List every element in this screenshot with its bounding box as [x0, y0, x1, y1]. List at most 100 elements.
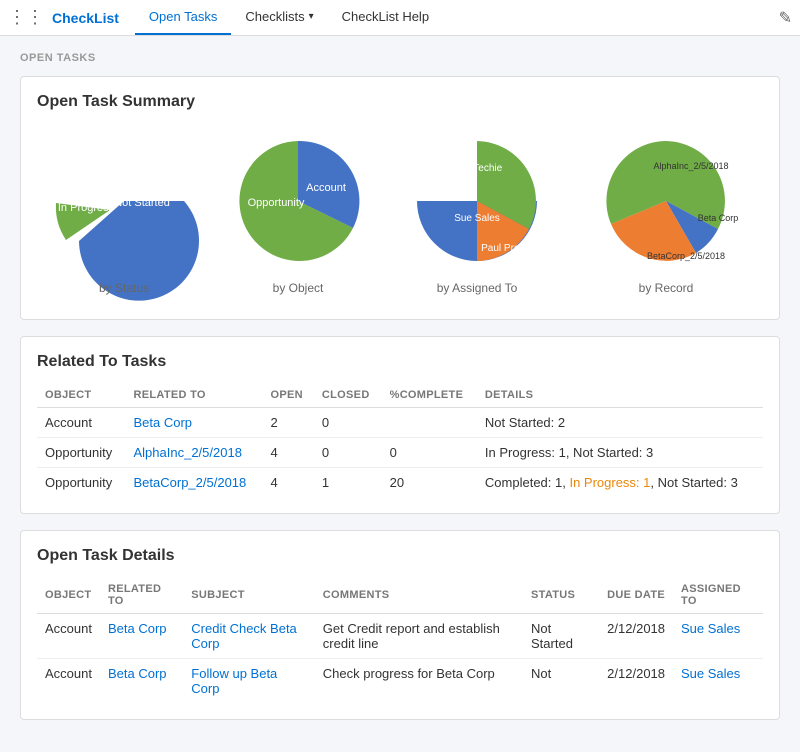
edit-icon[interactable]: ✎ [779, 8, 792, 28]
row-subject: Credit Check Beta Corp [183, 614, 315, 659]
opportunity-label: Opportunity [248, 197, 305, 209]
col-due-date: DUE DATE [599, 577, 673, 614]
row-object: Account [37, 614, 100, 659]
pie-record: AlphaInc_2/5/2018 Beta Corp BetaCorp_2/5… [581, 131, 751, 271]
checklists-caret: ▾ [309, 11, 314, 22]
app-name: CheckList [52, 10, 119, 26]
row-due-date: 2/12/2018 [599, 659, 673, 704]
tom-label: Tom Techie [452, 163, 503, 174]
assigned-to-link[interactable]: Sue Sales [681, 621, 740, 636]
subject-link[interactable]: Credit Check Beta Corp [191, 621, 297, 651]
col-object: OBJECT [37, 577, 100, 614]
row-assigned-to: Sue Sales [673, 659, 763, 704]
task-details-card: Open Task Details OBJECT RELATED TO SUBJ… [20, 530, 780, 720]
details-prefix: Completed: 1, [485, 475, 570, 490]
account-label: Account [306, 182, 346, 194]
row-related-to: Beta Corp [100, 659, 183, 704]
charts-row: Not Started In Progress by Status Opport… [37, 123, 763, 303]
pie-status: Not Started In Progress [49, 131, 199, 271]
related-to-link[interactable]: Beta Corp [108, 666, 167, 681]
table-row: Account Beta Corp 2 0 Not Started: 2 [37, 408, 763, 438]
col-assigned-to: ASSIGNED TO [673, 577, 763, 614]
row-comments: Check progress for Beta Corp [315, 659, 523, 704]
record-chart-label: by Record [639, 281, 694, 295]
col-subject: SUBJECT [183, 577, 315, 614]
related-tasks-title: Related To Tasks [37, 353, 763, 371]
chart-status: Not Started In Progress by Status [49, 131, 199, 295]
col-open: OPEN [262, 383, 313, 408]
tab-help[interactable]: CheckList Help [328, 0, 443, 35]
row-object: Account [37, 408, 126, 438]
related-tasks-card: Related To Tasks OBJECT RELATED TO OPEN … [20, 336, 780, 514]
assigned-chart-label: by Assigned To [437, 281, 518, 295]
subject-link[interactable]: Follow up Beta Corp [191, 666, 277, 696]
status-chart-label: by Status [99, 281, 149, 295]
row-pct: 0 [382, 438, 477, 468]
row-due-date: 2/12/2018 [599, 614, 673, 659]
row-closed: 0 [314, 438, 382, 468]
col-related-to: RELATED TO [126, 383, 263, 408]
row-related-to: Beta Corp [126, 408, 263, 438]
related-to-link[interactable]: Beta Corp [108, 621, 167, 636]
row-details: Not Started: 2 [477, 408, 763, 438]
assigned-to-link[interactable]: Sue Sales [681, 666, 740, 681]
col-object: OBJECT [37, 383, 126, 408]
tab-checklists[interactable]: Checklists ▾ [231, 0, 327, 35]
row-open: 4 [262, 438, 313, 468]
pie-assigned: Tom Techie Sue Sales Paul Presales [397, 131, 557, 271]
page-content: OPEN TASKS Open Task Summary Not Started… [0, 36, 800, 752]
row-status: Not [523, 659, 599, 704]
row-object: Account [37, 659, 100, 704]
row-related-to: AlphaInc_2/5/2018 [126, 438, 263, 468]
chart-object: Opportunity Account by Object [223, 131, 373, 295]
col-related-to: RELATED TO [100, 577, 183, 614]
row-status: Not Started [523, 614, 599, 659]
row-details: In Progress: 1, Not Started: 3 [477, 438, 763, 468]
related-to-link[interactable]: Beta Corp [134, 415, 193, 430]
betacorp25-label: BetaCorp_2/5/2018 [647, 251, 725, 261]
related-to-link[interactable]: BetaCorp_2/5/2018 [134, 475, 247, 490]
col-pct: %COMPLETE [382, 383, 477, 408]
alphainc-label: AlphaInc_2/5/2018 [653, 161, 728, 171]
chart-record: AlphaInc_2/5/2018 Beta Corp BetaCorp_2/5… [581, 131, 751, 295]
in-progress-label: In Progress [58, 202, 115, 214]
related-to-link[interactable]: AlphaInc_2/5/2018 [134, 445, 242, 460]
nav-tabs: Open Tasks Checklists ▾ CheckList Help [135, 0, 443, 35]
tab-open-tasks[interactable]: Open Tasks [135, 0, 231, 35]
row-closed: 0 [314, 408, 382, 438]
betacorp-label: Beta Corp [698, 213, 739, 223]
page-label: OPEN TASKS [20, 52, 780, 64]
row-closed: 1 [314, 468, 382, 498]
row-pct: 20 [382, 468, 477, 498]
chart-assigned: Tom Techie Sue Sales Paul Presales by As… [397, 131, 557, 295]
sue-label: Sue Sales [454, 213, 500, 224]
task-details-title: Open Task Details [37, 547, 763, 565]
related-tasks-table: OBJECT RELATED TO OPEN CLOSED %COMPLETE … [37, 383, 763, 497]
table-row: Account Beta Corp Credit Check Beta Corp… [37, 614, 763, 659]
row-object: Opportunity [37, 468, 126, 498]
row-subject: Follow up Beta Corp [183, 659, 315, 704]
summary-title: Open Task Summary [37, 93, 763, 111]
row-comments: Get Credit report and establish credit l… [315, 614, 523, 659]
row-open: 4 [262, 468, 313, 498]
paul-label: Paul Presales [481, 243, 543, 254]
table-row: Opportunity BetaCorp_2/5/2018 4 1 20 Com… [37, 468, 763, 498]
row-assigned-to: Sue Sales [673, 614, 763, 659]
row-details-mixed: Completed: 1, In Progress: 1, Not Starte… [477, 468, 763, 498]
pie-object: Opportunity Account [223, 131, 373, 271]
task-details-table: OBJECT RELATED TO SUBJECT COMMENTS STATU… [37, 577, 763, 703]
related-tasks-header: OBJECT RELATED TO OPEN CLOSED %COMPLETE … [37, 383, 763, 408]
row-related-to: Beta Corp [100, 614, 183, 659]
col-details: DETAILS [477, 383, 763, 408]
top-nav: ⋮⋮ CheckList Open Tasks Checklists ▾ Che… [0, 0, 800, 36]
col-closed: CLOSED [314, 383, 382, 408]
details-suffix: , Not Started: 3 [650, 475, 737, 490]
col-comments: COMMENTS [315, 577, 523, 614]
table-row: Opportunity AlphaInc_2/5/2018 4 0 0 In P… [37, 438, 763, 468]
grid-icon[interactable]: ⋮⋮ [8, 7, 44, 28]
row-object: Opportunity [37, 438, 126, 468]
table-row: Account Beta Corp Follow up Beta Corp Ch… [37, 659, 763, 704]
row-open: 2 [262, 408, 313, 438]
col-status: STATUS [523, 577, 599, 614]
not-started-label: Not Started [114, 197, 170, 209]
